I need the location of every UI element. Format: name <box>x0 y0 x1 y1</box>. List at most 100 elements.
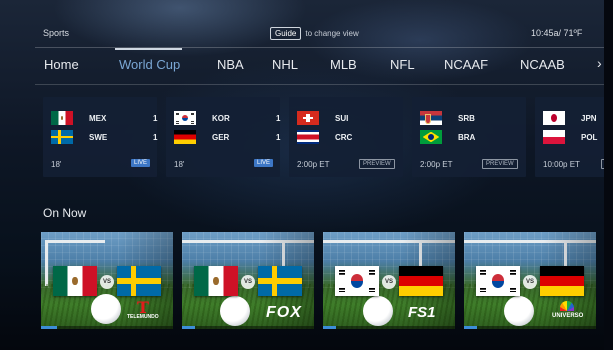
team-abbr: MEX <box>89 113 107 123</box>
south-korea-flag-icon <box>335 266 379 296</box>
network-name: UNIVERSO <box>552 313 584 319</box>
match-time: 2:00p ET <box>420 160 453 169</box>
germany-flag-icon <box>540 266 584 296</box>
team-row: BRA <box>420 130 520 144</box>
vs-badge: VS <box>100 275 114 289</box>
serbia-flag-icon <box>420 111 442 125</box>
watch-progress-fill <box>323 326 337 329</box>
watch-progress-fill <box>41 326 57 329</box>
guide-key: Guide <box>270 27 302 40</box>
tabs-divider <box>35 84 606 85</box>
team-score: 1 <box>153 132 158 142</box>
universo-logo: UNIVERSO <box>552 301 584 319</box>
guide-hint: Guide to change view <box>270 27 359 40</box>
on-now-heading: On Now <box>43 206 87 220</box>
team-row: JPN <box>543 111 613 125</box>
score-card-srb-bra[interactable]: SRB BRA 2:00p ET PREVIEW <box>412 97 526 177</box>
match-time: 18' <box>51 160 62 169</box>
team-row: CRC <box>297 130 397 144</box>
peacock-icon <box>560 301 574 311</box>
costa-rica-flag-icon <box>297 130 319 144</box>
telemundo-logo: T TELEMUNDO <box>127 298 159 320</box>
score-card-sui-crc[interactable]: SUI CRC 2:00p ET PREVIEW <box>289 97 403 177</box>
team-row: POL <box>543 130 613 144</box>
tab-ncaaf[interactable]: NCAAF <box>444 57 488 72</box>
sports-screen: Sports Guide to change view 10:45a/ 71ºF… <box>0 0 613 350</box>
score-card-mex-swe[interactable]: MEX 1 SWE 1 18' LIVE <box>43 97 157 177</box>
tab-nfl[interactable]: NFL <box>390 57 415 72</box>
team-row: SRB <box>420 111 520 125</box>
tab-world-cup[interactable]: World Cup <box>119 57 180 72</box>
preview-badge: PREVIEW <box>359 159 395 169</box>
team-abbr: SUI <box>335 113 349 123</box>
live-badge: LIVE <box>254 159 274 167</box>
team-abbr: POL <box>581 132 598 142</box>
mexico-flag-icon <box>194 266 238 296</box>
screen-edge <box>604 0 613 350</box>
watch-progress <box>182 326 314 329</box>
vs-badge: VS <box>523 275 537 289</box>
on-now-tile-universo[interactable]: VS UNIVERSO <box>464 232 596 329</box>
fox-logo: FOX <box>266 304 302 321</box>
team-row: SWE 1 <box>51 130 157 144</box>
team-abbr: CRC <box>335 132 353 142</box>
team-abbr: KOR <box>212 113 230 123</box>
watch-progress <box>323 326 455 329</box>
switzerland-flag-icon <box>297 111 319 125</box>
tab-ncaab[interactable]: NCAAB <box>520 57 565 72</box>
team-abbr: SRB <box>458 113 475 123</box>
scoreboard-row: MEX 1 SWE 1 18' LIVE KOR 1 GER 1 18' LIV… <box>0 97 613 179</box>
team-abbr: JPN <box>581 113 597 123</box>
sweden-flag-icon <box>117 266 161 296</box>
score-card-jpn-pol[interactable]: JPN POL 10:00p ET P <box>535 97 613 177</box>
live-badge: LIVE <box>131 159 151 167</box>
tab-home[interactable]: Home <box>44 57 79 72</box>
watch-progress-fill <box>464 326 478 329</box>
clock-weather: 10:45a/ 71ºF <box>531 28 583 38</box>
watch-progress-fill <box>182 326 196 329</box>
preview-badge: PREVIEW <box>482 159 518 169</box>
tab-nba[interactable]: NBA <box>217 57 244 72</box>
brazil-flag-icon <box>420 130 442 144</box>
match-time: 10:00p ET <box>543 160 580 169</box>
team-abbr: SWE <box>89 132 108 142</box>
team-score: 1 <box>153 113 158 123</box>
germany-flag-icon <box>399 266 443 296</box>
team-abbr: GER <box>212 132 230 142</box>
watch-progress <box>41 326 173 329</box>
team-row: SUI <box>297 111 397 125</box>
sweden-flag-icon <box>51 130 73 144</box>
on-now-tile-telemundo[interactable]: VS T TELEMUNDO <box>41 232 173 329</box>
watch-progress <box>464 326 596 329</box>
team-row: MEX 1 <box>51 111 157 125</box>
team-row: KOR 1 <box>174 111 280 125</box>
score-card-kor-ger[interactable]: KOR 1 GER 1 18' LIVE <box>166 97 280 177</box>
on-now-tile-fox[interactable]: VS FOX <box>182 232 314 329</box>
guide-hint-text: to change view <box>305 29 359 38</box>
sweden-flag-icon <box>258 266 302 296</box>
south-korea-flag-icon <box>174 111 196 125</box>
section-title: Sports <box>43 28 70 38</box>
team-row: GER 1 <box>174 130 280 144</box>
fs1-logo: FS1 <box>408 304 436 321</box>
on-now-row: VS T TELEMUNDO VS FOX VS FS1 VS UNIVERSO <box>0 232 613 332</box>
team-score: 1 <box>276 132 281 142</box>
team-score: 1 <box>276 113 281 123</box>
vs-badge: VS <box>241 275 255 289</box>
germany-flag-icon <box>174 130 196 144</box>
mexico-flag-icon <box>51 111 73 125</box>
japan-flag-icon <box>543 111 565 125</box>
tab-nhl[interactable]: NHL <box>272 57 298 72</box>
on-now-tile-fs1[interactable]: VS FS1 <box>323 232 455 329</box>
team-abbr: BRA <box>458 132 476 142</box>
poland-flag-icon <box>543 130 565 144</box>
telemundo-mark: T <box>137 298 149 317</box>
vs-badge: VS <box>382 275 396 289</box>
tab-mlb[interactable]: MLB <box>330 57 357 72</box>
mexico-flag-icon <box>53 266 97 296</box>
active-tab-indicator <box>115 48 182 50</box>
match-time: 18' <box>174 160 185 169</box>
chevron-right-icon[interactable]: › <box>597 55 602 71</box>
south-korea-flag-icon <box>476 266 520 296</box>
match-time: 2:00p ET <box>297 160 330 169</box>
